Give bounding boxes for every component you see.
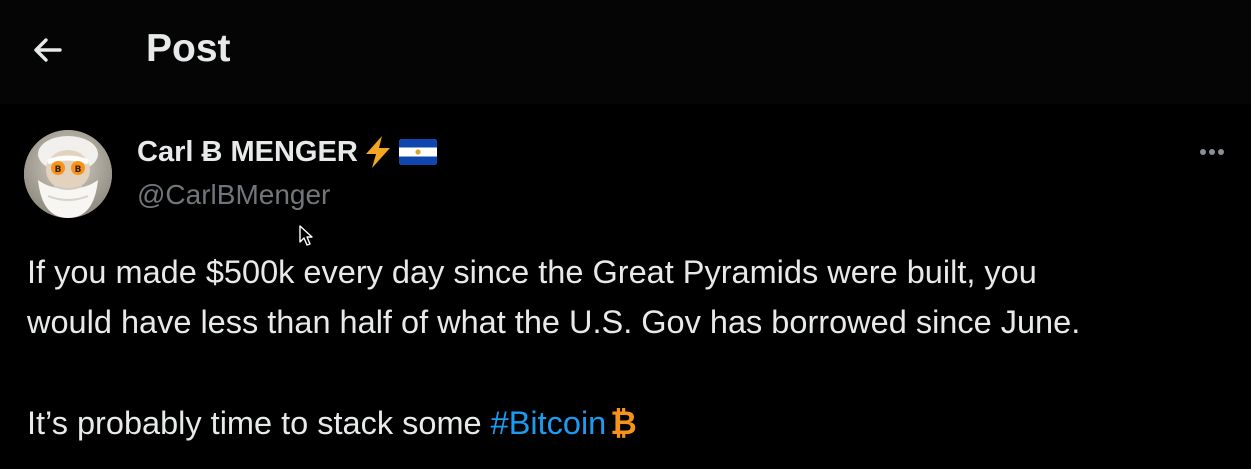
more-options-button[interactable] bbox=[1192, 138, 1232, 166]
post-text-prefix: It’s probably time to stack some bbox=[27, 405, 491, 441]
svg-text:B: B bbox=[75, 165, 82, 175]
post-text-line-3: It’s probably time to stack some #Bitcoi… bbox=[27, 403, 637, 443]
post-text-line-2: would have less than half of what the U.… bbox=[27, 304, 1081, 340]
top-bar: Post bbox=[0, 0, 1251, 104]
mouse-cursor-icon bbox=[299, 225, 313, 246]
avatar-image: B B bbox=[24, 130, 112, 218]
back-button[interactable] bbox=[28, 30, 68, 70]
page-title: Post bbox=[146, 27, 231, 70]
hashtag-bitcoin-link[interactable]: #Bitcoin bbox=[491, 405, 607, 441]
arrow-left-icon bbox=[34, 38, 62, 62]
avatar[interactable]: B B bbox=[24, 130, 112, 218]
bitcoin-icon: ₿ bbox=[610, 405, 637, 441]
author-handle[interactable]: @CarlBMenger bbox=[137, 178, 330, 212]
more-options-icon bbox=[1200, 149, 1206, 155]
post-text-line-1: If you made $500k every day since the Gr… bbox=[27, 254, 1037, 290]
author-name-row: Carl Ƀ MENGER bbox=[137, 134, 437, 170]
el-salvador-flag-icon bbox=[398, 139, 437, 165]
svg-text:B: B bbox=[55, 165, 62, 175]
lightning-bolt-icon bbox=[363, 135, 393, 169]
author-display-name[interactable]: Carl Ƀ MENGER bbox=[137, 136, 358, 169]
